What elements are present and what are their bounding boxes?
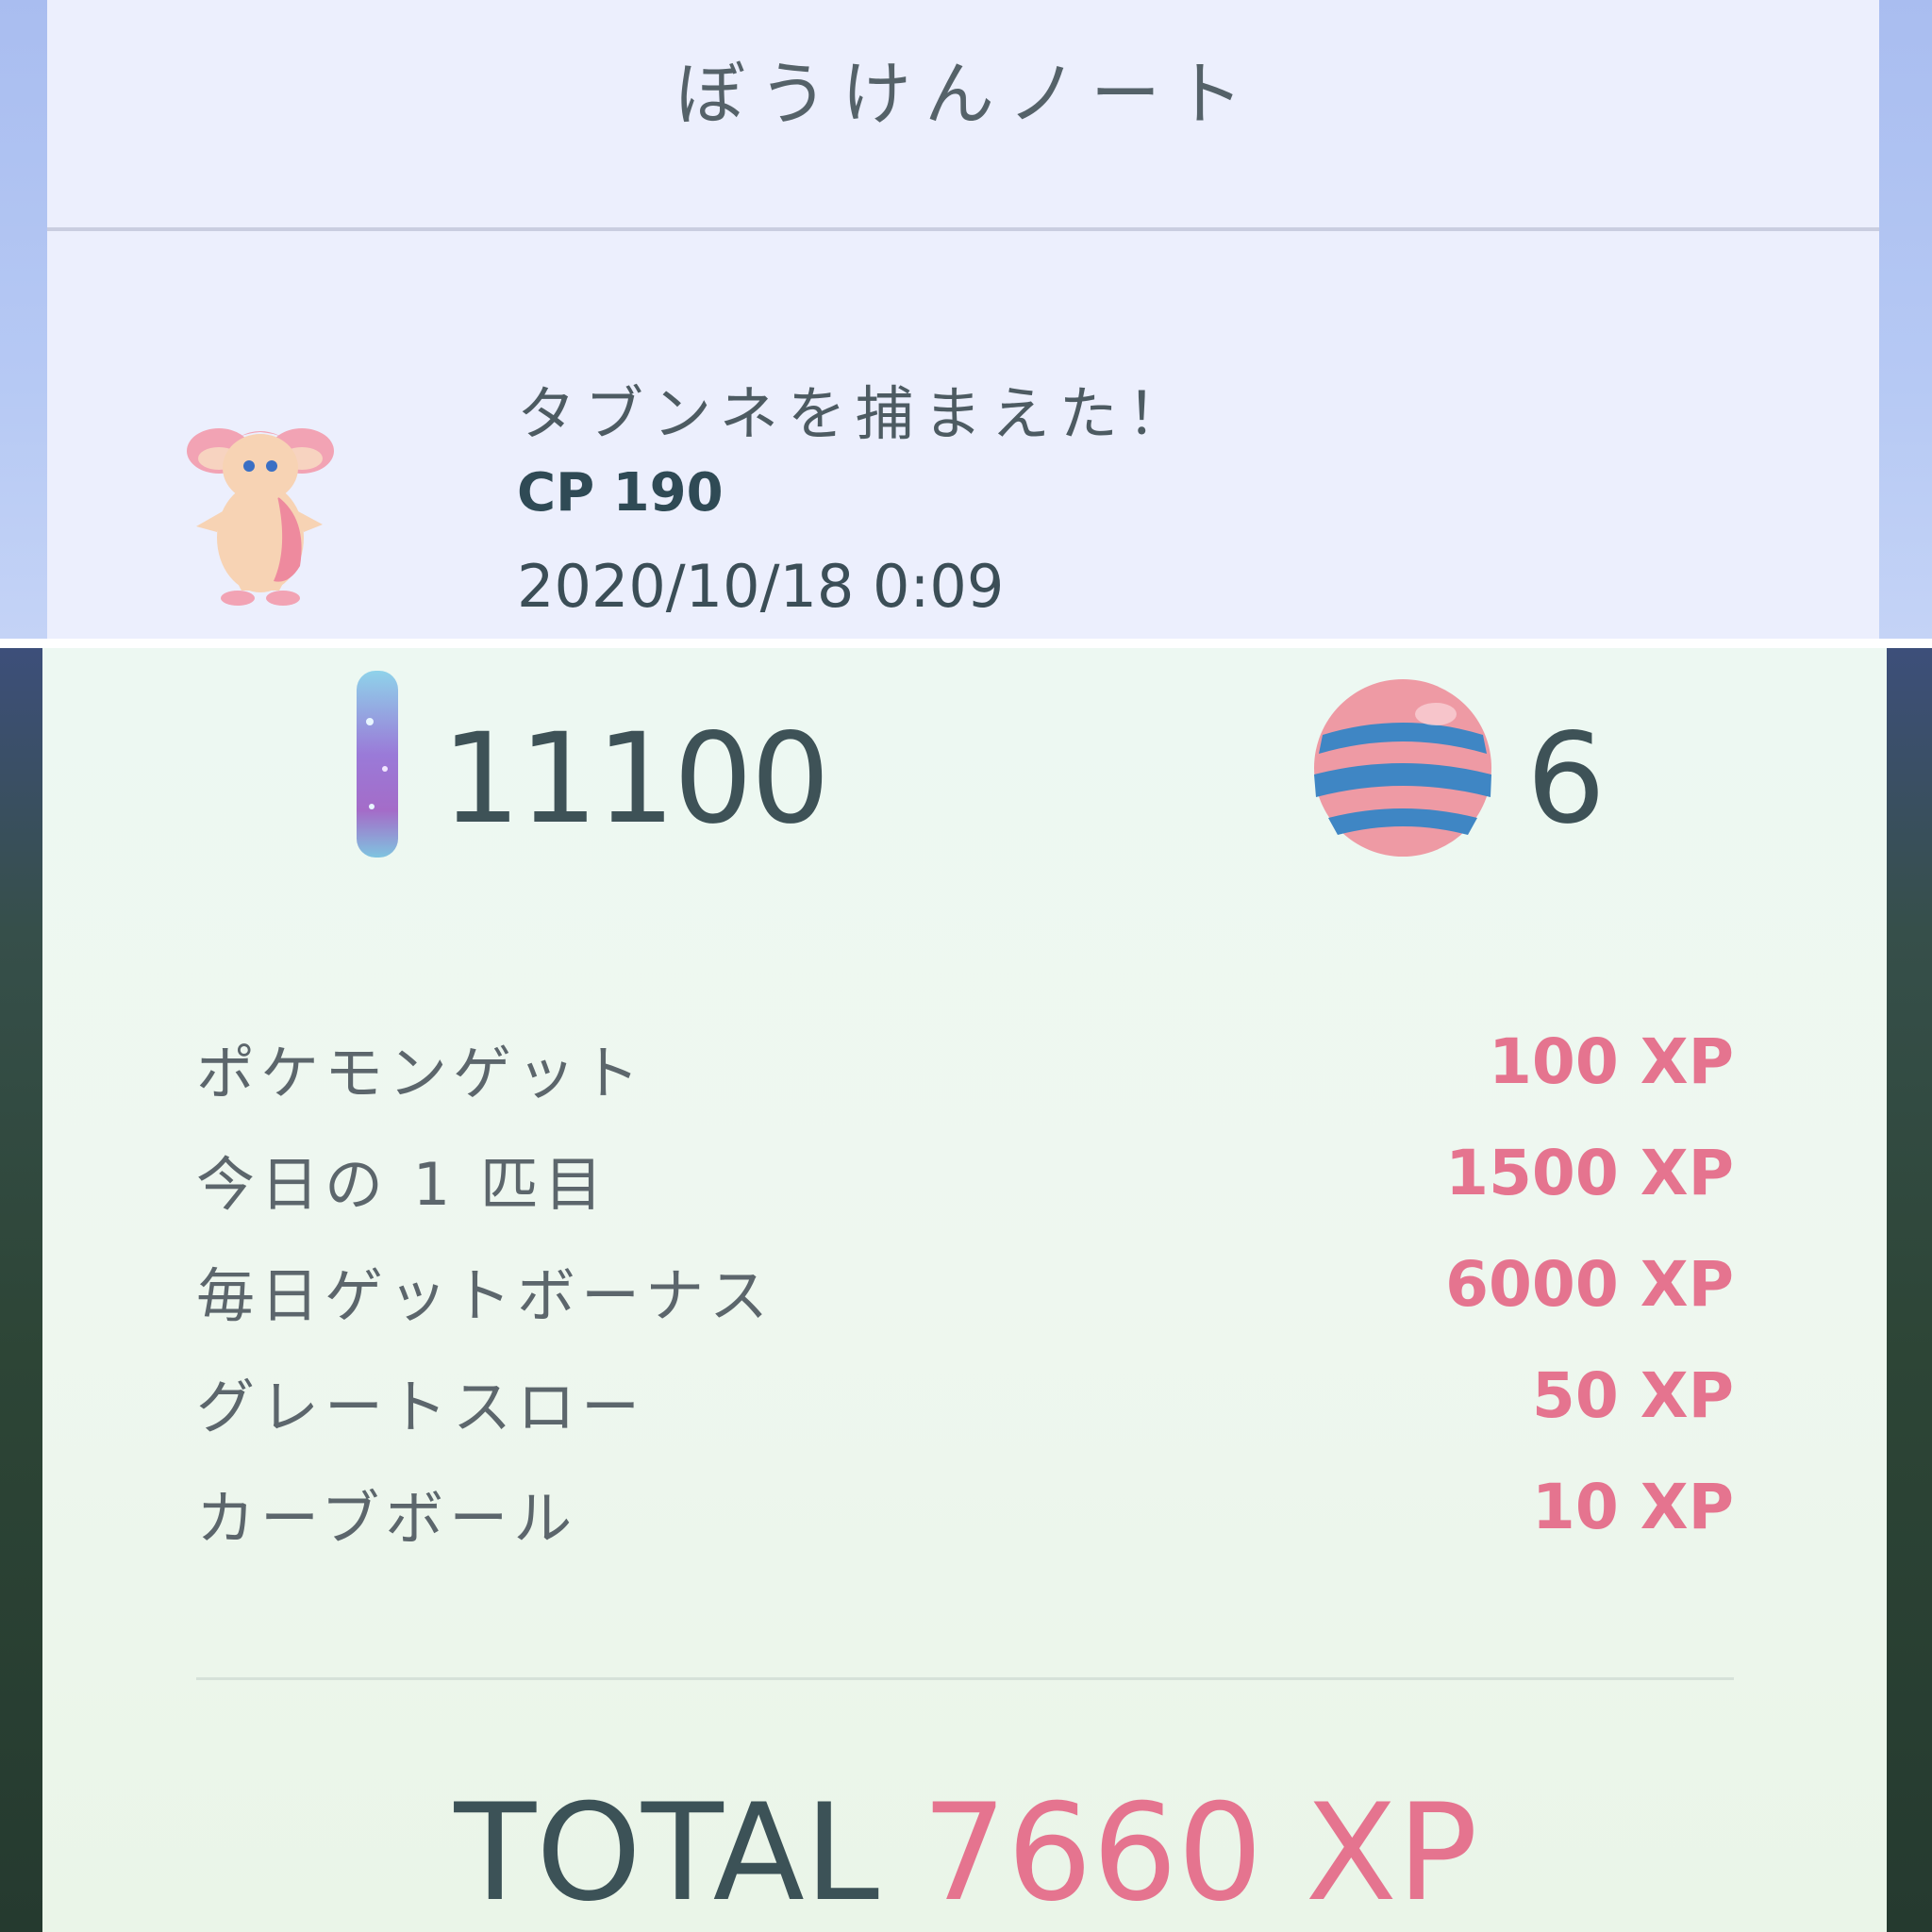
catch-datetime: 2020/10/18 0:09 xyxy=(517,552,1005,621)
candy-amount: 6 xyxy=(1526,707,1606,852)
catch-message: タブンネを捕まえた！ xyxy=(517,379,1195,448)
xp-label: 毎日ゲットボーナス xyxy=(196,1261,774,1330)
total-label: TOTAL xyxy=(454,1775,923,1931)
xp-value: 100 XP xyxy=(1488,1025,1734,1098)
xp-row-daily-bonus: 毎日ゲットボーナス 6000 XP xyxy=(196,1248,1734,1333)
catch-rewards-panel: 11100 6 ポケモンゲット 100 XP 今日の 1 匹目 1500 XP … xyxy=(0,648,1932,1932)
xp-label: グレートスロー xyxy=(196,1373,646,1441)
stardust-icon xyxy=(357,671,398,858)
xp-value: 1500 XP xyxy=(1445,1137,1734,1209)
xp-label: 今日の 1 匹目 xyxy=(196,1150,608,1219)
xp-value: 50 XP xyxy=(1531,1359,1734,1432)
total-value: 7660 XP xyxy=(922,1775,1478,1931)
candy-icon xyxy=(1314,679,1491,857)
audino-sprite-icon xyxy=(187,428,334,606)
rewards-divider xyxy=(196,1677,1734,1680)
journal-divider xyxy=(47,227,1879,231)
xp-row-first-of-day: 今日の 1 匹目 1500 XP xyxy=(196,1137,1734,1222)
catch-cp: CP 190 xyxy=(517,462,724,524)
xp-row-catch: ポケモンゲット 100 XP xyxy=(196,1025,1734,1110)
total-xp: TOTAL 7660 XP xyxy=(0,1775,1932,1931)
xp-row-great-throw: グレートスロー 50 XP xyxy=(196,1359,1734,1444)
xp-value: 10 XP xyxy=(1531,1471,1734,1543)
image-seam xyxy=(0,639,1932,648)
xp-row-curveball: カーブボール 10 XP xyxy=(196,1471,1734,1556)
xp-value: 6000 XP xyxy=(1445,1248,1734,1321)
xp-label: ポケモンゲット xyxy=(196,1039,646,1108)
journal-title: ぼうけんノート xyxy=(675,54,1257,135)
stardust-amount: 11100 xyxy=(441,707,830,852)
journal-panel: ぼうけんノート タブンネを捕まえた！ CP 190 2020/10/18 0:0… xyxy=(0,0,1932,639)
xp-label: カーブボール xyxy=(196,1484,578,1553)
